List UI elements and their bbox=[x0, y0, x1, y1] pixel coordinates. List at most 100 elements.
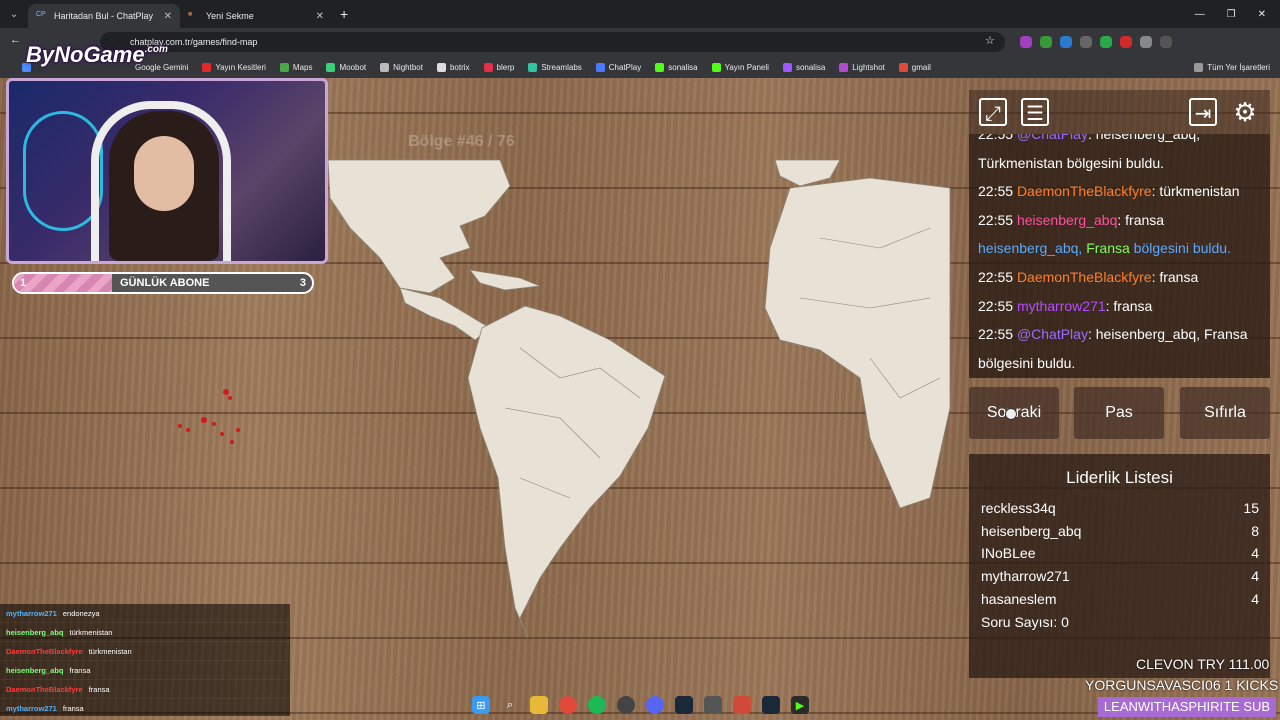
bookmark-item[interactable]: botrix bbox=[436, 62, 470, 72]
settings-gear-icon[interactable]: ⚙ bbox=[1231, 98, 1259, 126]
central-america-region bbox=[399, 287, 491, 341]
bookmark-label: Maps bbox=[292, 62, 313, 72]
tab-search-icon[interactable]: ⌄ bbox=[0, 9, 28, 20]
bookmark-item[interactable]: sonalisa bbox=[782, 62, 825, 72]
window-controls: — ❐ ✕ bbox=[1195, 9, 1280, 20]
exit-icon[interactable]: ⇥ bbox=[1189, 98, 1217, 126]
webcam-overlay bbox=[6, 78, 328, 264]
chat-line: 22:55 heisenberg_abq: fransa bbox=[978, 211, 1165, 228]
lightshot-icon bbox=[839, 62, 849, 72]
close-tab-icon[interactable]: ✕ bbox=[164, 11, 172, 22]
pass-button[interactable]: Pas bbox=[1074, 387, 1164, 439]
sonalisa-icon bbox=[782, 62, 792, 72]
bookmark-label: gmail bbox=[911, 62, 931, 72]
extension-icon[interactable] bbox=[1140, 36, 1152, 48]
windows-start-icon[interactable]: ⊞ bbox=[472, 696, 490, 714]
minimize-icon[interactable]: — bbox=[1195, 9, 1205, 20]
bookmark-item[interactable]: Lightshot bbox=[839, 62, 885, 72]
streamer-face bbox=[134, 136, 194, 211]
close-tab-icon[interactable]: ✕ bbox=[316, 11, 324, 22]
nightbot-icon bbox=[380, 62, 390, 72]
new-tab-button[interactable]: + bbox=[340, 6, 348, 22]
chatplay-icon bbox=[595, 62, 605, 72]
kick-icon bbox=[711, 62, 721, 72]
steam-icon[interactable] bbox=[675, 696, 693, 714]
bookmark-item[interactable]: ChatPlay bbox=[595, 62, 642, 72]
extension-icon[interactable] bbox=[1040, 36, 1052, 48]
kick-icon bbox=[655, 62, 665, 72]
bookmark-item[interactable]: Maps bbox=[279, 62, 313, 72]
steam-icon[interactable] bbox=[762, 696, 780, 714]
extension-icon[interactable] bbox=[1060, 36, 1072, 48]
file-explorer-icon[interactable] bbox=[530, 696, 548, 714]
chat-line: Türkmenistan bölgesini buldu. bbox=[978, 154, 1164, 171]
chat-line: 22:55 @ChatPlay: heisenberg_abq, bbox=[978, 134, 1201, 142]
tab-bar: ⌄ CP Haritadan Bul - ChatPlay ✕ ■ Yeni S… bbox=[0, 0, 1280, 28]
gmail-icon bbox=[898, 62, 908, 72]
bookmark-item[interactable]: Streamlabs bbox=[528, 62, 582, 72]
tab-new[interactable]: ■ Yeni Sekme ✕ bbox=[180, 4, 332, 28]
extension-icon[interactable] bbox=[1120, 36, 1132, 48]
bookmark-item[interactable]: Yayın Kesitleri bbox=[202, 62, 266, 72]
extension-icon[interactable] bbox=[1020, 36, 1032, 48]
africa-region bbox=[764, 177, 951, 509]
taskbar: ⊞ ⌕ ▶ bbox=[466, 692, 814, 718]
close-window-icon[interactable]: ✕ bbox=[1258, 9, 1266, 20]
channel-logo: ByNoGame.com bbox=[26, 42, 168, 68]
bookmark-item[interactable]: Yayın Paneli bbox=[711, 62, 769, 72]
extension-icon[interactable] bbox=[1080, 36, 1092, 48]
chatplay-favicon-icon: CP bbox=[36, 11, 46, 18]
bookmark-item[interactable]: sonalisa bbox=[655, 62, 698, 72]
list-icon[interactable]: ☰ bbox=[1021, 98, 1049, 126]
fullscreen-icon[interactable]: ⤢ bbox=[979, 98, 1007, 126]
app-icon[interactable] bbox=[704, 696, 722, 714]
caribbean-region bbox=[469, 269, 541, 291]
obs-icon[interactable] bbox=[617, 696, 635, 714]
bookmark-item[interactable]: blerp bbox=[483, 62, 515, 72]
kick-icon[interactable]: ▶ bbox=[791, 696, 809, 714]
bookmark-item[interactable]: Moobot bbox=[326, 62, 366, 72]
sub-goal-bar: 1 GÜNLÜK ABONE 3 bbox=[12, 272, 314, 294]
all-bookmarks[interactable]: Tüm Yer İşaretleri bbox=[1194, 62, 1280, 72]
logo-suffix: .com bbox=[144, 44, 168, 55]
bookmark-label: blerp bbox=[496, 62, 515, 72]
logo-text: ByNoGame bbox=[26, 42, 145, 67]
bookmark-item[interactable]: gmail bbox=[898, 62, 931, 72]
bookmark-label: Lightshot bbox=[852, 62, 885, 72]
game-panel: ⤢ ☰ ⇥ ⚙ 22:55 @ChatPlay: heisenberg_abq,… bbox=[969, 90, 1270, 678]
bookmark-label: sonalisa bbox=[668, 62, 698, 72]
chat-line: 22:55 mytharrow271: fransa bbox=[978, 297, 1153, 314]
youtube-icon bbox=[202, 62, 212, 72]
chat-line: 22:55 DaemonTheBlackfyre: türkmenistan bbox=[978, 183, 1240, 200]
reset-button[interactable]: Sıfırla bbox=[1180, 387, 1270, 439]
tip-alert: CLEVON TRY 111.00 bbox=[1136, 656, 1270, 672]
bookmark-label: ChatPlay bbox=[608, 62, 642, 72]
sub-goal-target: 3 bbox=[299, 277, 306, 289]
puzzle-icon[interactable] bbox=[1160, 36, 1172, 48]
stream-chat-line: heisenberg_abq türkmenistan bbox=[0, 623, 290, 642]
chat-line: 22:55 DaemonTheBlackfyre: fransa bbox=[978, 268, 1199, 285]
bookmark-item[interactable]: Nightbot bbox=[380, 62, 423, 72]
bookmark-label: Tüm Yer İşaretleri bbox=[1207, 62, 1270, 72]
extension-icon[interactable] bbox=[1100, 36, 1112, 48]
question-count: Soru Sayısı: 0 bbox=[981, 614, 1069, 630]
spotify-icon[interactable] bbox=[588, 696, 606, 714]
url-field[interactable]: chatplay.com.tr/games/find-map bbox=[100, 32, 1005, 52]
south-america-region bbox=[467, 305, 666, 639]
tab-chatplay[interactable]: CP Haritadan Bul - ChatPlay ✕ bbox=[28, 4, 180, 28]
chat-line: heisenberg_abq, Fransa bölgesini buldu. bbox=[978, 240, 1231, 257]
search-icon[interactable]: ⌕ bbox=[501, 696, 519, 714]
back-icon[interactable]: ← bbox=[10, 34, 21, 46]
discord-icon[interactable] bbox=[646, 696, 664, 714]
leaderboard-row: hasaneslem 4 bbox=[981, 591, 1259, 607]
kick-alert: YORGUNSAVASCI06 1 KICKS bbox=[1085, 677, 1279, 693]
chrome-icon[interactable] bbox=[559, 696, 577, 714]
greenland-region bbox=[774, 159, 841, 187]
bookmark-star-icon[interactable]: ☆ bbox=[985, 34, 995, 47]
bookmark-label: Yayın Kesitleri bbox=[215, 62, 266, 72]
stream-chat-line: DaemonTheBlackfyre fransa bbox=[0, 680, 290, 699]
maximize-icon[interactable]: ❐ bbox=[1227, 9, 1236, 20]
app-icon[interactable] bbox=[733, 696, 751, 714]
leaderboard-title: Liderlik Listesi bbox=[1066, 468, 1173, 487]
bookmark-label: Nightbot bbox=[393, 62, 423, 72]
